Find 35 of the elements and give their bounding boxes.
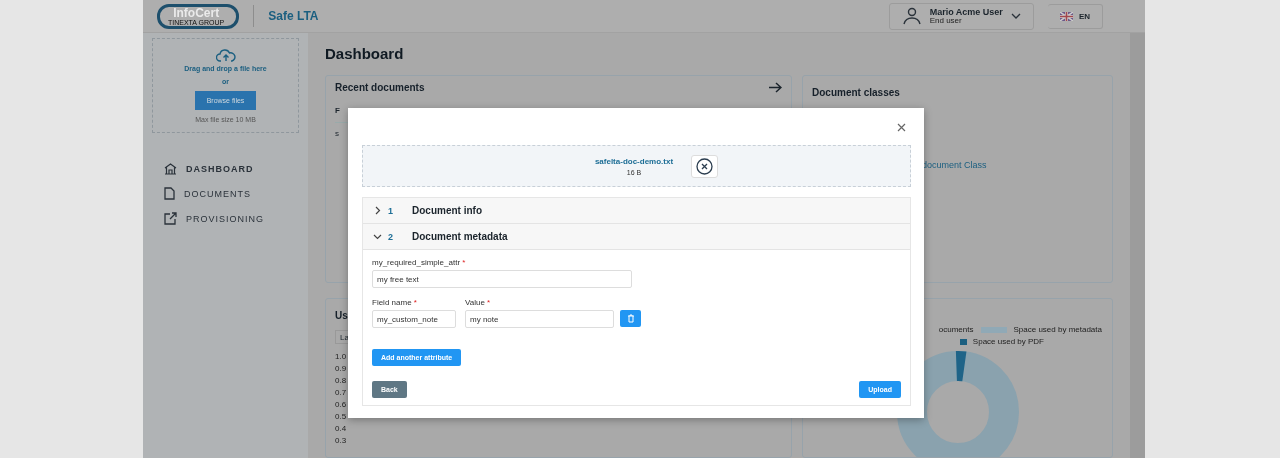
- page-title: Dashboard: [325, 45, 405, 62]
- input-field[interactable]: my free text: [372, 270, 632, 288]
- input-field[interactable]: my note: [465, 310, 614, 328]
- nav-item[interactable]: DOCUMENTS: [164, 186, 299, 201]
- axis-label: 0.8: [335, 376, 347, 385]
- card-title: Document classes: [812, 87, 900, 98]
- accordion-header[interactable]: 2 Document metadata: [363, 224, 910, 250]
- axis-label: 0.6: [335, 400, 347, 409]
- step-number: 1: [388, 205, 394, 216]
- field-label: Value *: [465, 298, 492, 307]
- legend-label: Space used by PDF: [972, 337, 1044, 346]
- language-button[interactable]: EN: [1047, 3, 1103, 29]
- field-label: my_required_simple_attr *: [372, 258, 467, 267]
- axis-label: 0.3: [335, 436, 347, 445]
- axis-label: 0.9: [335, 364, 347, 373]
- table-cell-text: s: [335, 129, 340, 138]
- section-title: Document info: [412, 205, 482, 216]
- accordion-header[interactable]: 1 Document info: [363, 198, 910, 224]
- field-label: Field name *: [372, 298, 418, 307]
- step-number: 2: [388, 231, 394, 242]
- legend-label: ocuments: [938, 325, 974, 334]
- card-title: Us: [335, 310, 348, 321]
- legend-label: Space used by metadata: [1013, 325, 1102, 334]
- nav-item[interactable]: DASHBOARD: [164, 161, 299, 176]
- nav-item[interactable]: PROVISIONING: [164, 211, 299, 226]
- section-title: Document metadata: [412, 231, 508, 242]
- axis-label: 0.4: [335, 424, 347, 433]
- axis-label: 0.5: [335, 412, 347, 421]
- axis-label: 1.0: [335, 352, 347, 361]
- input-field[interactable]: my_custom_note: [372, 310, 456, 328]
- file-name: safelta-doc-demo.txt: [594, 156, 674, 166]
- axis-label: 0.7: [335, 388, 347, 397]
- user-menu[interactable]: Mario Acme User End user: [888, 2, 1034, 30]
- app-name: Safe LTA: [253, 5, 319, 27]
- card-title: Recent documents: [335, 82, 425, 93]
